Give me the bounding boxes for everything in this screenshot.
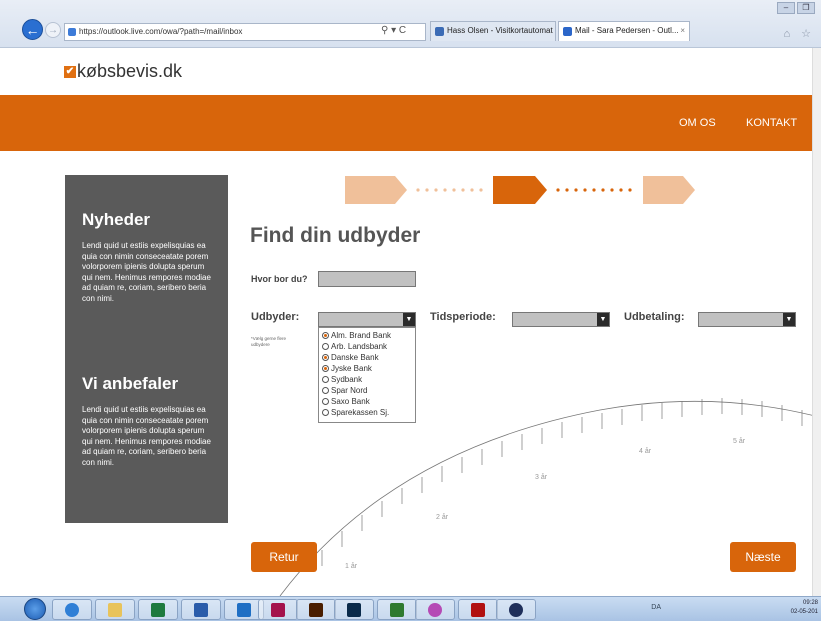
bank-label: Alm. Brand Bank bbox=[331, 331, 392, 340]
bank-option[interactable]: Danske Bank bbox=[322, 352, 412, 363]
nav-link-om-os[interactable]: OM OS bbox=[679, 117, 716, 129]
tab-label: Mail - Sara Pedersen - Outl... bbox=[575, 26, 679, 35]
bank-option[interactable]: Arb. Landsbank bbox=[322, 341, 412, 352]
clock[interactable]: 09:28 02-05-201 bbox=[791, 599, 818, 617]
check-icon: ✔ bbox=[64, 65, 76, 78]
bank-option[interactable]: Jyske Bank bbox=[322, 363, 412, 374]
tab-close-icon[interactable]: × bbox=[680, 22, 685, 40]
indesign-icon bbox=[271, 603, 285, 617]
year-label: 1 år bbox=[345, 563, 358, 570]
year-label: 3 år bbox=[535, 474, 548, 481]
taskbar-photoshop[interactable] bbox=[334, 599, 374, 620]
logo-text: købsbevis.dk bbox=[77, 61, 183, 81]
step-2 bbox=[493, 176, 547, 204]
stepper-graphic bbox=[345, 176, 695, 204]
taskbar-excel[interactable] bbox=[138, 599, 178, 620]
outlook-icon bbox=[237, 603, 251, 617]
maximize-button[interactable]: ❐ bbox=[797, 2, 815, 14]
progress-stepper bbox=[345, 176, 695, 204]
home-favorites-icons[interactable]: ⌂ ☆ bbox=[783, 27, 815, 40]
search-refresh-icons[interactable]: ⚲ ▾ C bbox=[381, 25, 406, 36]
provider-note: *Vælg gerne flere udbydere bbox=[251, 336, 287, 347]
period-label: Tidsperiode: bbox=[430, 311, 496, 323]
taskbar-dreamweaver[interactable] bbox=[377, 599, 417, 620]
bank-label: Arb. Landsbank bbox=[331, 342, 388, 351]
provider-label: Udbyder: bbox=[251, 311, 300, 323]
start-button[interactable] bbox=[24, 598, 46, 620]
year-label: 5 år bbox=[733, 438, 746, 445]
taskbar-app[interactable] bbox=[496, 599, 536, 620]
ie-icon bbox=[65, 603, 79, 617]
radio-icon[interactable] bbox=[322, 332, 329, 339]
radio-icon[interactable] bbox=[322, 343, 329, 350]
dots-2 bbox=[556, 188, 632, 192]
nav-link-kontakt[interactable]: KONTAKT bbox=[746, 117, 797, 129]
paint-icon bbox=[428, 603, 442, 617]
app-icon bbox=[509, 603, 523, 617]
next-button[interactable]: Næste bbox=[730, 542, 796, 572]
year-label: 2 år bbox=[436, 514, 449, 521]
back-button[interactable]: Retur bbox=[251, 542, 317, 572]
tab-favicon-icon bbox=[435, 27, 444, 36]
language-indicator[interactable]: DA bbox=[651, 604, 661, 611]
where-input[interactable] bbox=[318, 271, 416, 287]
photoshop-icon bbox=[347, 603, 361, 617]
taskbar-ie[interactable] bbox=[52, 599, 92, 620]
site-icon bbox=[68, 28, 76, 36]
step-3 bbox=[643, 176, 695, 204]
word-icon bbox=[194, 603, 208, 617]
folder-icon bbox=[108, 603, 122, 617]
recommend-heading: Vi anbefaler bbox=[82, 374, 179, 393]
site-logo[interactable]: ✔ købsbevis.dk bbox=[64, 61, 182, 82]
main-navbar: OM OS KONTAKT bbox=[0, 95, 812, 151]
radio-icon[interactable] bbox=[322, 365, 329, 372]
taskbar-illustrator[interactable] bbox=[296, 599, 336, 620]
radio-icon[interactable] bbox=[322, 354, 329, 361]
payment-select[interactable]: ▼ bbox=[698, 312, 796, 327]
payment-label: Udbetaling: bbox=[624, 311, 685, 323]
illustrator-icon bbox=[309, 603, 323, 617]
recommend-text: Lendi quid ut estiis expelisquias ea qui… bbox=[82, 405, 211, 467]
taskbar-paint[interactable] bbox=[415, 599, 455, 620]
timeline-ticks bbox=[321, 398, 803, 566]
bank-label: Danske Bank bbox=[331, 353, 379, 362]
taskbar-indesign[interactable] bbox=[258, 599, 298, 620]
page-title: Find din udbyder bbox=[250, 224, 421, 247]
acrobat-icon bbox=[471, 603, 485, 617]
address-bar[interactable]: https://outlook.live.com/owa/?path=/mail… bbox=[64, 23, 426, 41]
news-text: Lendi quid ut estiis expelisquias ea qui… bbox=[82, 241, 211, 303]
tab-favicon-icon bbox=[563, 27, 572, 36]
sidebar: Nyheder Lendi quid ut estiis expelisquia… bbox=[65, 175, 228, 523]
news-heading: Nyheder bbox=[82, 210, 151, 229]
where-label: Hvor bor du? bbox=[251, 274, 308, 284]
window-controls: – ❐ bbox=[777, 2, 815, 14]
chevron-down-icon[interactable]: ▼ bbox=[783, 313, 795, 326]
step-1 bbox=[345, 176, 407, 204]
period-select[interactable]: ▼ bbox=[512, 312, 610, 327]
url-text: https://outlook.live.com/owa/?path=/mail… bbox=[79, 27, 243, 36]
minimize-button[interactable]: – bbox=[777, 2, 795, 14]
bank-option[interactable]: Alm. Brand Bank bbox=[322, 330, 412, 341]
dots-1 bbox=[416, 188, 483, 192]
taskbar-word[interactable] bbox=[181, 599, 221, 620]
provider-select[interactable]: ▼ bbox=[318, 312, 416, 327]
tab-visitkortautomat[interactable]: Hass Olsen - Visitkortautomat bbox=[430, 21, 556, 41]
taskbar-acrobat[interactable] bbox=[458, 599, 498, 620]
chevron-down-icon[interactable]: ▼ bbox=[597, 313, 609, 326]
bank-label: Jyske Bank bbox=[331, 364, 372, 373]
vertical-scrollbar[interactable] bbox=[812, 48, 821, 596]
dreamweaver-icon bbox=[390, 603, 404, 617]
clock-date: 02-05-201 bbox=[790, 609, 818, 615]
browser-chrome: ← → https://outlook.live.com/owa/?path=/… bbox=[0, 0, 821, 48]
year-label: 4 år bbox=[639, 448, 652, 455]
taskbar-explorer[interactable] bbox=[95, 599, 135, 620]
taskbar: DA 09:28 02-05-201 bbox=[0, 596, 821, 621]
forward-arrow-icon[interactable]: → bbox=[45, 22, 61, 38]
chevron-down-icon[interactable]: ▼ bbox=[403, 313, 415, 326]
clock-time: 09:28 bbox=[802, 600, 818, 606]
tab-label: Hass Olsen - Visitkortautomat bbox=[447, 26, 553, 35]
tab-mail[interactable]: Mail - Sara Pedersen - Outl... × bbox=[558, 21, 690, 41]
back-arrow-icon[interactable]: ← bbox=[22, 19, 43, 40]
excel-icon bbox=[151, 603, 165, 617]
